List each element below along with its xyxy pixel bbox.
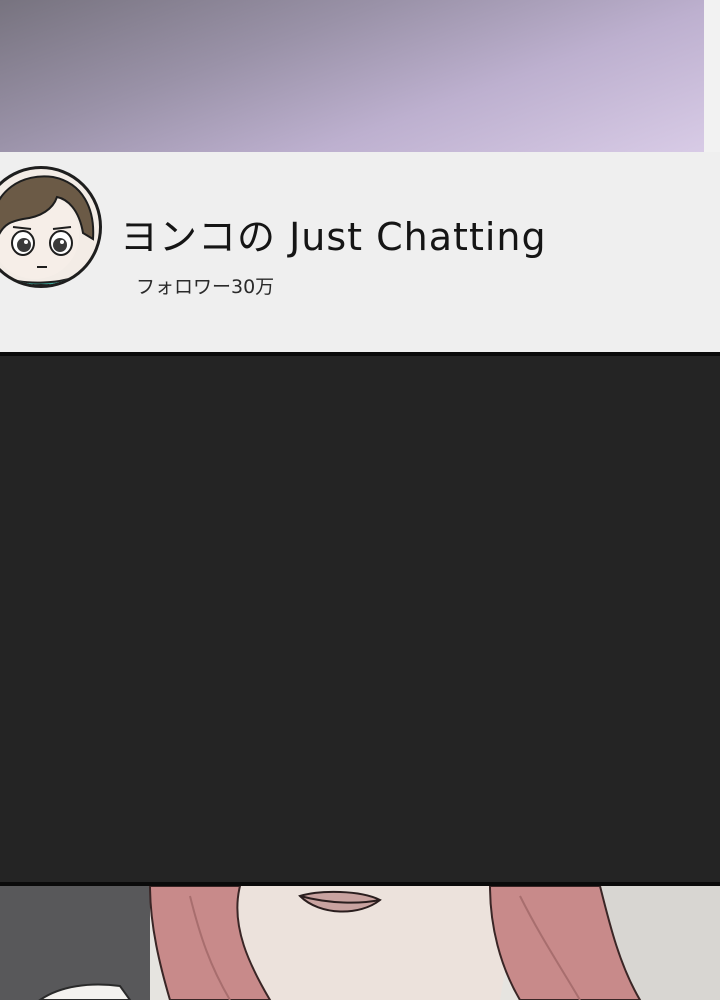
- channel-info-card: ヨンコの Just Chatting フォロワー30万: [0, 152, 720, 352]
- follower-count: フォロワー30万: [136, 276, 275, 298]
- panel-gutter: [704, 0, 720, 152]
- streamer-avatar-icon[interactable]: [0, 166, 102, 288]
- dark-panel: [0, 352, 720, 886]
- character-close-up-panel: [0, 886, 720, 1000]
- stream-preview-panel[interactable]: [0, 0, 704, 152]
- character-close-up-art: [0, 886, 720, 1000]
- channel-title[interactable]: ヨンコの Just Chatting: [120, 206, 547, 261]
- comic-page: ヨンコの Just Chatting フォロワー30万: [0, 0, 720, 1000]
